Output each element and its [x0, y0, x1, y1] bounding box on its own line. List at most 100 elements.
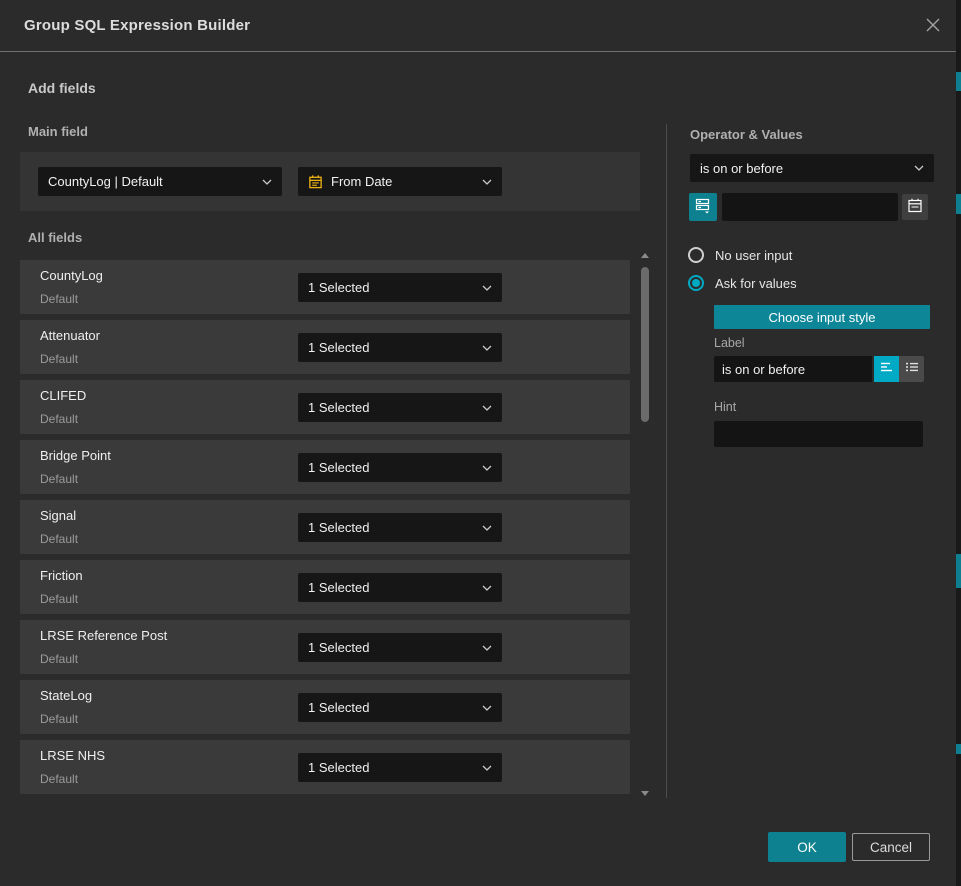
value-input[interactable]	[722, 193, 898, 221]
single-line-input-style-button[interactable]	[874, 356, 899, 382]
selection-count: 1 Selected	[308, 640, 369, 655]
operator-dropdown[interactable]: is on or before	[690, 154, 934, 182]
field-name: Bridge Point	[40, 448, 111, 463]
chevron-down-icon	[482, 345, 492, 351]
edge-accent	[956, 554, 961, 588]
selection-count: 1 Selected	[308, 520, 369, 535]
scrollbar-down-arrow[interactable]	[641, 791, 649, 796]
field-subtitle: Default	[40, 472, 78, 486]
operator-dropdown-value: is on or before	[700, 161, 783, 176]
radio-no-user-input[interactable]: No user input	[688, 247, 792, 263]
dialog-titlebar: Group SQL Expression Builder	[0, 0, 956, 52]
field-selection-dropdown[interactable]: 1 Selected	[298, 453, 502, 482]
radio-circle-selected-icon	[688, 275, 704, 291]
edge-accent	[956, 744, 961, 754]
panel-divider	[666, 124, 667, 798]
chevron-down-icon	[482, 179, 492, 185]
field-subtitle: Default	[40, 652, 78, 666]
chevron-down-icon	[482, 705, 492, 711]
layer-dropdown[interactable]: CountyLog | Default	[38, 167, 282, 196]
field-row: Friction Default 1 Selected	[20, 560, 630, 614]
all-fields-label: All fields	[28, 230, 82, 245]
add-fields-heading: Add fields	[28, 80, 96, 96]
chevron-down-icon	[482, 645, 492, 651]
field-name: LRSE Reference Post	[40, 628, 167, 643]
date-calendar-icon	[308, 174, 323, 189]
field-selection-dropdown[interactable]: 1 Selected	[298, 273, 502, 302]
field-row: Attenuator Default 1 Selected	[20, 320, 630, 374]
chevron-down-icon	[482, 585, 492, 591]
field-name: Friction	[40, 568, 83, 583]
field-selection-dropdown[interactable]: 1 Selected	[298, 513, 502, 542]
radio-ask-for-values[interactable]: Ask for values	[688, 275, 797, 291]
field-row: CountyLog Default 1 Selected	[20, 260, 630, 314]
field-selection-dropdown[interactable]: 1 Selected	[298, 333, 502, 362]
choose-input-style-button[interactable]: Choose input style	[714, 305, 930, 329]
edge-accent	[956, 72, 961, 91]
field-selection-dropdown[interactable]: 1 Selected	[298, 693, 502, 722]
group-sql-expression-builder-dialog: Group SQL Expression Builder Add fields …	[0, 0, 961, 886]
chevron-down-icon	[482, 765, 492, 771]
selection-count: 1 Selected	[308, 460, 369, 475]
calendar-icon	[907, 197, 923, 218]
field-subtitle: Default	[40, 532, 78, 546]
chevron-down-icon	[482, 525, 492, 531]
label-input[interactable]	[714, 356, 872, 382]
field-subtitle: Default	[40, 292, 78, 306]
field-row: LRSE Reference Post Default 1 Selected	[20, 620, 630, 674]
main-field-label: Main field	[28, 124, 88, 139]
chevron-down-icon	[482, 285, 492, 291]
chevron-down-icon	[262, 179, 272, 185]
ok-button[interactable]: OK	[768, 832, 846, 862]
field-name: Attenuator	[40, 328, 100, 343]
field-name: StateLog	[40, 688, 92, 703]
selection-count: 1 Selected	[308, 340, 369, 355]
scrollbar-thumb[interactable]	[641, 267, 649, 422]
field-subtitle: Default	[40, 412, 78, 426]
align-left-icon	[879, 360, 895, 379]
background-app-edge	[956, 0, 961, 886]
radio-label: Ask for values	[715, 276, 797, 291]
field-dropdown[interactable]: From Date	[298, 167, 502, 196]
main-field-panel: CountyLog | Default From Date	[20, 152, 640, 211]
dialog-title: Group SQL Expression Builder	[24, 0, 250, 52]
field-selection-dropdown[interactable]: 1 Selected	[298, 753, 502, 782]
field-row: Signal Default 1 Selected	[20, 500, 630, 554]
field-row: Bridge Point Default 1 Selected	[20, 440, 630, 494]
unique-values-button[interactable]	[689, 193, 717, 221]
field-subtitle: Default	[40, 592, 78, 606]
field-selection-dropdown[interactable]: 1 Selected	[298, 393, 502, 422]
cancel-button[interactable]: Cancel	[852, 833, 930, 861]
field-selection-dropdown[interactable]: 1 Selected	[298, 573, 502, 602]
edge-accent	[956, 194, 961, 214]
field-subtitle: Default	[40, 712, 78, 726]
scrollbar-up-arrow[interactable]	[641, 253, 649, 258]
field-row: LRSE NHS Default 1 Selected	[20, 740, 630, 794]
hint-field-label: Hint	[714, 400, 736, 414]
selection-count: 1 Selected	[308, 580, 369, 595]
list-input-style-button[interactable]	[899, 356, 924, 382]
field-name: Signal	[40, 508, 76, 523]
selection-count: 1 Selected	[308, 280, 369, 295]
selection-count: 1 Selected	[308, 400, 369, 415]
field-name: LRSE NHS	[40, 748, 105, 763]
operator-values-label: Operator & Values	[690, 127, 803, 142]
close-button[interactable]	[922, 16, 944, 38]
field-subtitle: Default	[40, 352, 78, 366]
chevron-down-icon	[914, 165, 924, 171]
field-dropdown-value: From Date	[331, 174, 392, 189]
chevron-down-icon	[482, 465, 492, 471]
selection-count: 1 Selected	[308, 700, 369, 715]
unique-values-icon	[694, 196, 712, 219]
hint-input[interactable]	[714, 421, 923, 447]
field-subtitle: Default	[40, 772, 78, 786]
layer-dropdown-value: CountyLog | Default	[48, 174, 163, 189]
field-selection-dropdown[interactable]: 1 Selected	[298, 633, 502, 662]
date-picker-button[interactable]	[902, 194, 928, 220]
field-name: CLIFED	[40, 388, 86, 403]
label-field-label: Label	[714, 336, 745, 350]
field-name: CountyLog	[40, 268, 103, 283]
bullet-list-icon	[904, 360, 920, 379]
close-icon	[924, 16, 942, 39]
radio-circle-icon	[688, 247, 704, 263]
